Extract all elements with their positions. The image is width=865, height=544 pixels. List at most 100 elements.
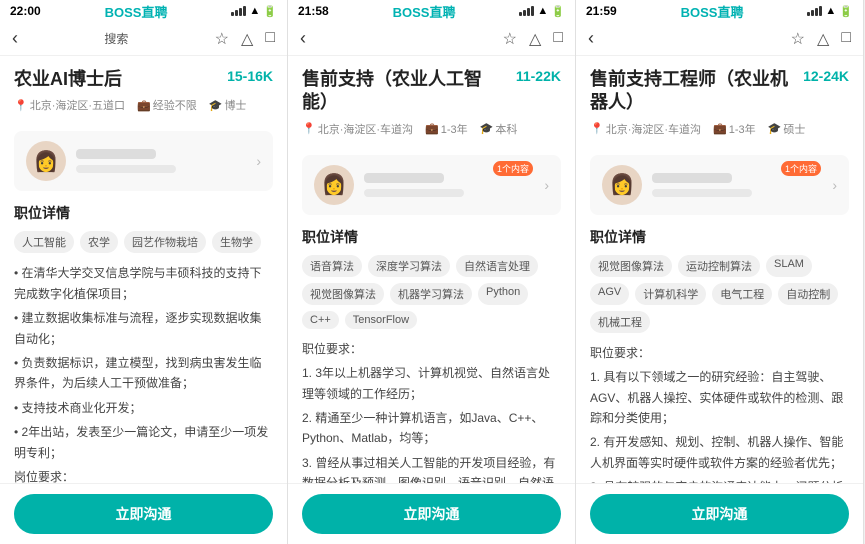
battery-icon: 🔋 (263, 5, 277, 18)
meta-edu-2: 🎓 本科 (480, 121, 518, 137)
tag-2-5[interactable]: Python (478, 283, 528, 305)
tag-2-2[interactable]: 自然语言处理 (456, 255, 538, 277)
status-icons-2: ▲ 🔋 (519, 5, 565, 18)
job-meta-1: 📍 北京·海淀区·五道口 💼 经验不限 🎓 博士 (14, 97, 273, 113)
panel-2: 21:58 BOSS直聘 ▲ 🔋 ‹ ☆ △ □ 售前支持（农业人工智能） 11… (288, 0, 576, 544)
job-header-2: 售前支持（农业人工智能） 11-22K 📍 北京·海淀区·车道沟 💼 1-3年 … (302, 56, 561, 145)
tag-2-3[interactable]: 视觉图像算法 (302, 283, 384, 305)
status-bar-1: 22:00 BOSS直聘 ▲ 🔋 (0, 0, 287, 22)
recruiter-card-2[interactable]: 👩 1个内容 › (302, 155, 561, 215)
description-1: • 在清华大学交叉信息学院与丰硕科技的支持下完成数字化植保项目； • 建立数据收… (14, 263, 273, 483)
meta-exp-3: 💼 1-3年 (713, 121, 756, 137)
recruiter-info-1 (76, 149, 256, 173)
tag-3-1[interactable]: 运动控制算法 (678, 255, 760, 277)
nav-bar-1: ‹ 搜索 ☆ △ □ (0, 22, 287, 56)
job-title-3: 售前支持工程师（农业机器人） (590, 68, 795, 115)
back-button-1[interactable]: ‹ (12, 28, 18, 49)
tag-2-6[interactable]: C++ (302, 311, 339, 329)
status-bar-2: 21:58 BOSS直聘 ▲ 🔋 (288, 0, 575, 22)
tags-3: 视觉图像算法 运动控制算法 SLAM AGV 计算机科学 电气工程 自动控制 机… (590, 255, 849, 333)
recruiter-info-3 (652, 173, 832, 197)
tag-3-4[interactable]: 计算机科学 (635, 283, 706, 305)
battery-icon-3: 🔋 (839, 5, 853, 18)
tags-2: 语音算法 深度学习算法 自然语言处理 视觉图像算法 机器学习算法 Python … (302, 255, 561, 329)
tag-3-0[interactable]: 视觉图像算法 (590, 255, 672, 277)
star-icon-1[interactable]: ☆ (215, 29, 229, 49)
description-3: 职位要求： 1. 具有以下领域之一的研究经验：自主驾驶、AGV、机器人操控、实体… (590, 343, 849, 483)
meta-location-2: 📍 北京·海淀区·车道沟 (302, 121, 413, 137)
bell-icon-1[interactable]: △ (241, 29, 253, 49)
star-icon-3[interactable]: ☆ (791, 29, 805, 49)
bottom-btn-1: 立即沟通 (0, 483, 287, 544)
section-title-3: 职位详情 (590, 227, 849, 247)
time-3: 21:59 (586, 4, 617, 18)
nav-actions-1: ☆ △ □ (215, 29, 275, 49)
tag-3-6[interactable]: 自动控制 (778, 283, 838, 305)
signal-icon (231, 6, 246, 16)
chat-button-3[interactable]: 立即沟通 (590, 494, 849, 534)
job-meta-3: 📍 北京·海淀区·车道沟 💼 1-3年 🎓 硕士 (590, 121, 849, 137)
back-button-3[interactable]: ‹ (588, 28, 594, 49)
recruiter-role-bar-1 (76, 165, 176, 173)
job-title-2: 售前支持（农业人工智能） (302, 68, 508, 115)
bell-icon-2[interactable]: △ (529, 29, 541, 49)
tag-1-0[interactable]: 人工智能 (14, 231, 74, 253)
tag-3-5[interactable]: 电气工程 (712, 283, 772, 305)
tag-3-2[interactable]: SLAM (766, 255, 812, 277)
status-bar-3: 21:59 BOSS直聘 ▲ 🔋 (576, 0, 863, 22)
app-name-1: BOSS直聘 (105, 2, 168, 21)
recruiter-name-bar-2 (364, 173, 444, 183)
tag-2-1[interactable]: 深度学习算法 (368, 255, 450, 277)
job-header-3: 售前支持工程师（农业机器人） 12-24K 📍 北京·海淀区·车道沟 💼 1-3… (590, 56, 849, 145)
section-title-2: 职位详情 (302, 227, 561, 247)
recruiter-card-3[interactable]: 👩 1个内容 › (590, 155, 849, 215)
section-title-1: 职位详情 (14, 203, 273, 223)
meta-exp-2: 💼 1-3年 (425, 121, 468, 137)
meta-location-1: 📍 北京·海淀区·五道口 (14, 97, 125, 113)
meta-location-3: 📍 北京·海淀区·车道沟 (590, 121, 701, 137)
job-title-row-1: 农业AI博士后 15-16K (14, 68, 273, 91)
share-icon-3[interactable]: □ (841, 29, 851, 49)
time-2: 21:58 (298, 4, 329, 18)
bell-icon-3[interactable]: △ (817, 29, 829, 49)
tag-1-3[interactable]: 生物学 (212, 231, 261, 253)
status-icons-1: ▲ 🔋 (231, 5, 277, 18)
meta-edu-1: 🎓 博士 (209, 97, 247, 113)
recruiter-name-bar-3 (652, 173, 732, 183)
recruiter-info-2 (364, 173, 544, 197)
search-label-1[interactable]: 搜索 (104, 30, 128, 47)
tag-2-0[interactable]: 语音算法 (302, 255, 362, 277)
wifi-icon-3: ▲ (825, 5, 836, 17)
panel-3: 21:59 BOSS直聘 ▲ 🔋 ‹ ☆ △ □ 售前支持工程师（农业机器人） … (576, 0, 864, 544)
recruiter-card-1[interactable]: 👩 › (14, 131, 273, 191)
recruiter-avatar-1: 👩 (26, 141, 66, 181)
description-2: 职位要求： 1. 3年以上机器学习、计算机视觉、自然语言处理等领域的工作经历； … (302, 339, 561, 483)
chat-button-1[interactable]: 立即沟通 (14, 494, 273, 534)
signal-icon-2 (519, 6, 534, 16)
nav-actions-2: ☆ △ □ (503, 29, 563, 49)
recruiter-arrow-2: › (544, 177, 549, 193)
job-salary-1: 15-16K (227, 68, 273, 84)
bottom-btn-3: 立即沟通 (576, 483, 863, 544)
tag-1-2[interactable]: 园艺作物栽培 (124, 231, 206, 253)
recruiter-arrow-1: › (256, 153, 261, 169)
tag-3-7[interactable]: 机械工程 (590, 311, 650, 333)
job-meta-2: 📍 北京·海淀区·车道沟 💼 1-3年 🎓 本科 (302, 121, 561, 137)
bottom-btn-2: 立即沟通 (288, 483, 575, 544)
meta-exp-1: 💼 经验不限 (137, 97, 197, 113)
nav-actions-3: ☆ △ □ (791, 29, 851, 49)
back-button-2[interactable]: ‹ (300, 28, 306, 49)
tag-2-7[interactable]: TensorFlow (345, 311, 417, 329)
tag-2-4[interactable]: 机器学习算法 (390, 283, 472, 305)
star-icon-2[interactable]: ☆ (503, 29, 517, 49)
time-1: 22:00 (10, 4, 41, 18)
share-icon-1[interactable]: □ (265, 29, 275, 49)
app-name-3: BOSS直聘 (681, 2, 744, 21)
chat-button-2[interactable]: 立即沟通 (302, 494, 561, 534)
job-title-1: 农业AI博士后 (14, 68, 219, 91)
tag-1-1[interactable]: 农学 (80, 231, 118, 253)
wifi-icon: ▲ (249, 5, 260, 17)
tag-3-3[interactable]: AGV (590, 283, 629, 305)
share-icon-2[interactable]: □ (553, 29, 563, 49)
status-icons-3: ▲ 🔋 (807, 5, 853, 18)
